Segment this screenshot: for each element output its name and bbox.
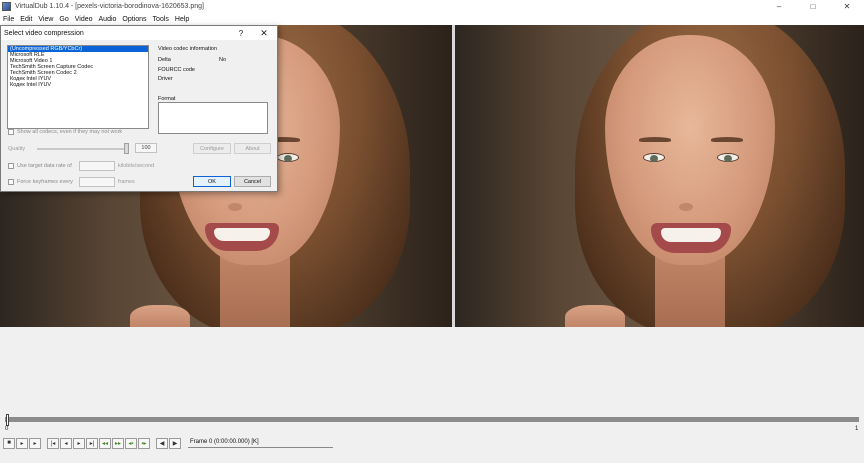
menu-view[interactable]: View [38,16,53,23]
menu-options[interactable]: Options [122,16,146,23]
codec-list-item[interactable]: Кодек Intel IYUV [8,82,148,88]
mark-out-icon[interactable]: ▶ [169,437,181,449]
target-rate-box[interactable] [8,163,14,169]
show-all-codecs-box[interactable] [8,129,14,135]
show-all-codecs-label: Show all codecs, even if they may not wo… [17,129,123,135]
target-rate-unit: kilobits/second [118,163,155,169]
menu-file[interactable]: File [3,16,14,23]
input-nose-shape [228,203,242,211]
configure-button[interactable]: Configure [193,143,231,154]
output-nose-shape [679,203,693,211]
fourcc-label: FOURCC code [158,67,195,73]
select-video-compression-dialog: Select video compression ? ✕ (Uncompress… [0,25,278,192]
output-mouth-shape [651,223,731,253]
timeline-start-label: 0 [5,426,9,432]
input-eye-shape [277,153,299,162]
codec-info-heading: Video codec information [158,46,217,52]
end-icon[interactable]: ▸| [86,437,98,449]
frame-readout: Frame 0 (0:00:00.000) [K] [188,437,333,448]
menu-go[interactable]: Go [59,16,68,23]
scene-fwd-icon[interactable]: ▪▸ [138,437,150,449]
target-rate-checkbox[interactable]: Use target data rate of [8,163,72,169]
stop-icon[interactable]: ■ [3,437,15,449]
output-video-pane[interactable] [455,25,864,327]
close-button[interactable]: ✕ [830,0,864,13]
maximize-button[interactable]: □ [796,0,830,13]
menu-video[interactable]: Video [75,16,93,23]
keyframes-unit: frames [118,179,135,185]
force-keyframes-checkbox[interactable]: Force keyframes every [8,179,73,185]
play-output-icon[interactable]: ▸ [29,437,41,449]
menu-bar: File Edit View Go Video Audio Options To… [0,13,864,25]
app-icon [2,2,11,11]
quality-slider-thumb[interactable] [124,143,129,154]
output-right-eye-shape [717,153,739,162]
menu-audio[interactable]: Audio [99,16,117,23]
timeline-position-thumb[interactable] [6,414,9,426]
next-keyframe-icon[interactable]: ▸▸ [112,437,124,449]
menu-help[interactable]: Help [175,16,189,23]
delta-value: No [219,57,227,63]
target-rate-field[interactable] [79,161,115,171]
driver-label: Driver [158,76,173,82]
input-mouth-shape [205,223,279,251]
output-left-eye-shape [643,153,665,162]
timeline-end-label: 1 [855,426,859,432]
quality-slider-track[interactable] [37,148,129,150]
input-hand-shape [130,305,190,327]
scene-back-icon[interactable]: ◂▪ [125,437,137,449]
play-input-icon[interactable]: ▸ [16,437,28,449]
mark-in-icon[interactable]: ◀ [156,437,168,449]
ok-button[interactable]: OK [193,176,231,187]
delta-label: Delta [158,57,171,63]
window-title: VirtualDub 1.10.4 - [pexels-victoria-bor… [15,3,204,10]
prev-frame-icon[interactable]: ◂ [60,437,72,449]
help-icon[interactable]: ? [235,27,247,39]
force-keyframes-box[interactable] [8,179,14,185]
codec-list[interactable]: (Uncompressed RGB/YCbCr) Microsoft RLE M… [7,45,149,129]
show-all-codecs-checkbox[interactable]: Show all codecs, even if they may not wo… [8,129,122,135]
about-button[interactable]: About [234,143,271,154]
window-titlebar: VirtualDub 1.10.4 - [pexels-victoria-bor… [0,0,864,13]
dialog-close-icon[interactable]: ✕ [257,27,271,39]
keyframes-field[interactable] [79,177,115,187]
next-frame-icon[interactable]: ▸ [73,437,85,449]
start-icon[interactable]: |◂ [47,437,59,449]
output-hand-shape [565,305,625,327]
output-left-brow-shape [639,137,671,142]
force-keyframes-label: Force keyframes every [17,179,73,185]
position-toolbar: ■ ▸ ▸ |◂ ◂ ▸ ▸| ◂◂ ▸▸ ◂▪ ▪▸ ◀ ▶ [3,437,182,449]
timeline-track[interactable] [5,417,859,422]
format-box [158,102,268,134]
quality-value-field[interactable]: 100 [135,143,157,153]
prev-keyframe-icon[interactable]: ◂◂ [99,437,111,449]
quality-label: Quality [8,146,26,152]
minimize-button[interactable]: – [762,0,796,13]
cancel-button[interactable]: Cancel [234,176,271,187]
menu-tools[interactable]: Tools [153,16,169,23]
output-right-brow-shape [711,137,743,142]
menu-edit[interactable]: Edit [20,16,32,23]
target-rate-label: Use target data rate of [17,163,72,169]
